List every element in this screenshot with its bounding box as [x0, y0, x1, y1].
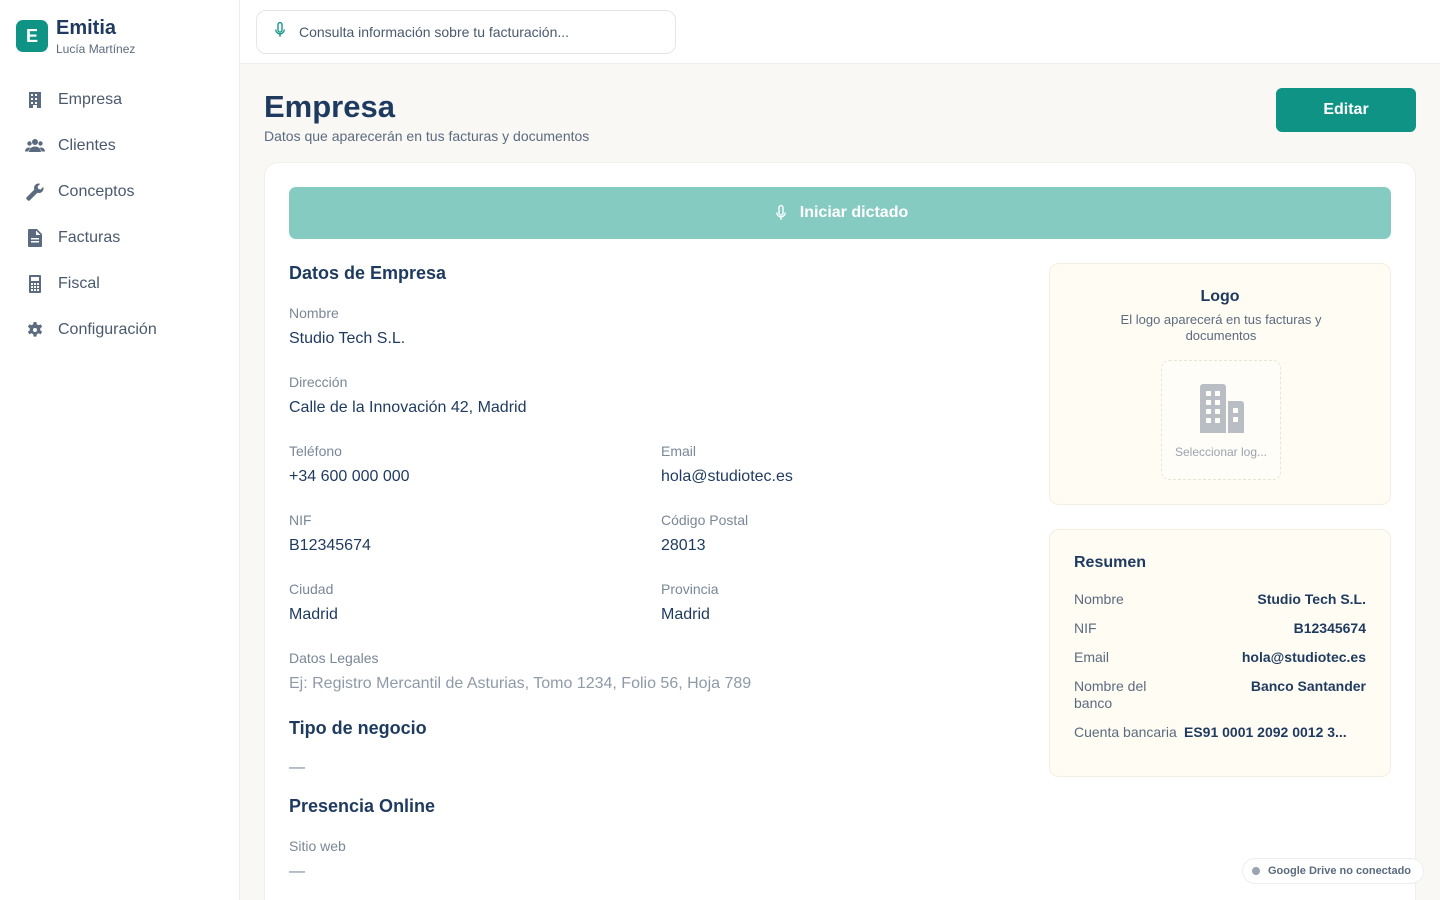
sidebar-item-facturas[interactable]: Facturas [0, 215, 240, 261]
sidebar-item-label: Empresa [58, 91, 123, 108]
users-icon [24, 135, 46, 157]
wrench-icon [24, 181, 46, 203]
sidebar-item-label: Configuración [58, 321, 157, 338]
sidebar-nav: Empresa Clientes Conceptos Facturas Fisc… [0, 77, 240, 353]
user-name: Lucía Martínez [56, 42, 136, 56]
sidebar-item-label: Facturas [58, 229, 121, 246]
nif-label: NIF [289, 512, 312, 528]
company-card: Iniciar dictado Datos de Empresa Nombre … [264, 162, 1416, 900]
sidebar-item-label: Clientes [58, 137, 116, 154]
brand-logo: E [16, 20, 48, 52]
summary-value: B12345674 [1293, 620, 1366, 636]
drive-status-label: Google Drive no conectado [1268, 865, 1412, 877]
brand-name: Emitia [56, 17, 117, 39]
microphone-icon[interactable] [271, 21, 289, 44]
dictation-label: Iniciar dictado [799, 204, 909, 221]
summary-value: ES91 0001 2092 0012 3... [1184, 724, 1347, 740]
sidebar-item-label: Fiscal [58, 275, 100, 292]
telefono-label: Teléfono [289, 443, 342, 459]
building-placeholder-icon [1200, 384, 1244, 433]
calculator-icon [24, 273, 46, 295]
telefono-value: +34 600 000 000 [289, 468, 410, 485]
nif-value: B12345674 [289, 537, 371, 554]
main-content: Empresa Datos que aparecerán en tus fact… [240, 64, 1440, 900]
email-value: hola@studiotec.es [661, 468, 793, 485]
search-bar[interactable] [256, 10, 676, 54]
provincia-value: Madrid [661, 606, 710, 623]
sidebar-item-empresa[interactable]: Empresa [0, 77, 240, 123]
summary-label: Email [1074, 649, 1110, 665]
summary-panel: Resumen Nombre Studio Tech S.L. NIF B123… [1049, 529, 1391, 777]
search-input[interactable] [299, 24, 659, 40]
logo-title: Logo [1200, 288, 1240, 305]
business-type-value: — [289, 759, 305, 776]
select-logo-button[interactable]: Seleccionar log... [1161, 360, 1281, 480]
logo-description: El logo aparecerá en tus facturas y docu… [1120, 312, 1322, 343]
topbar [240, 0, 1440, 64]
ciudad-value: Madrid [289, 606, 338, 623]
summary-label: Nombre [1074, 591, 1124, 607]
website-label: Sitio web [289, 838, 346, 854]
nombre-label: Nombre [289, 305, 339, 321]
sidebar-item-conceptos[interactable]: Conceptos [0, 169, 240, 215]
section-title-online: Presencia Online [289, 796, 436, 816]
summary-value: Studio Tech S.L. [1257, 591, 1366, 607]
brand[interactable]: E Emitia Lucía Martínez [16, 16, 135, 57]
gear-icon [24, 319, 46, 341]
email-label: Email [661, 443, 697, 459]
drive-status-badge[interactable]: Google Drive no conectado [1242, 858, 1424, 884]
sidebar: E Emitia Lucía Martínez Empresa Clientes… [0, 0, 240, 900]
sidebar-item-configuracion[interactable]: Configuración [0, 307, 240, 353]
ciudad-label: Ciudad [289, 581, 334, 597]
building-icon [24, 89, 46, 111]
codigo-postal-label: Código Postal [661, 512, 749, 528]
summary-title: Resumen [1074, 554, 1147, 571]
section-title-company: Datos de Empresa [289, 263, 447, 283]
sidebar-item-fiscal[interactable]: Fiscal [0, 261, 240, 307]
status-dot [1252, 867, 1260, 875]
direccion-label: Dirección [289, 374, 348, 390]
document-icon [24, 227, 46, 249]
codigo-postal-value: 28013 [661, 537, 706, 554]
logo-panel: Logo El logo aparecerá en tus facturas y… [1049, 263, 1391, 505]
summary-label: Cuenta bancaria [1074, 724, 1177, 740]
edit-button[interactable]: Editar [1276, 88, 1416, 132]
summary-value: Banco Santander [1250, 678, 1366, 694]
website-value: — [289, 863, 305, 880]
microphone-icon [775, 204, 786, 220]
sidebar-item-label: Conceptos [58, 183, 135, 200]
provincia-label: Provincia [661, 581, 719, 597]
sidebar-item-clientes[interactable]: Clientes [0, 123, 240, 169]
section-title-business-type: Tipo de negocio [289, 718, 427, 738]
summary-label: Nombre del banco [1074, 678, 1147, 711]
start-dictation-button[interactable]: Iniciar dictado [289, 187, 1391, 239]
page-subtitle: Datos que aparecerán en tus facturas y d… [264, 128, 590, 144]
page-title: Empresa [264, 89, 395, 124]
datos-legales-placeholder: Ej: Registro Mercantil de Asturias, Tomo… [289, 675, 752, 692]
datos-legales-label: Datos Legales [289, 650, 379, 666]
select-logo-label: Seleccionar log... [1174, 445, 1268, 459]
nombre-value: Studio Tech S.L. [289, 330, 406, 347]
summary-value: hola@studiotec.es [1241, 649, 1366, 665]
summary-label: NIF [1074, 620, 1097, 636]
direccion-value: Calle de la Innovación 42, Madrid [289, 399, 527, 416]
